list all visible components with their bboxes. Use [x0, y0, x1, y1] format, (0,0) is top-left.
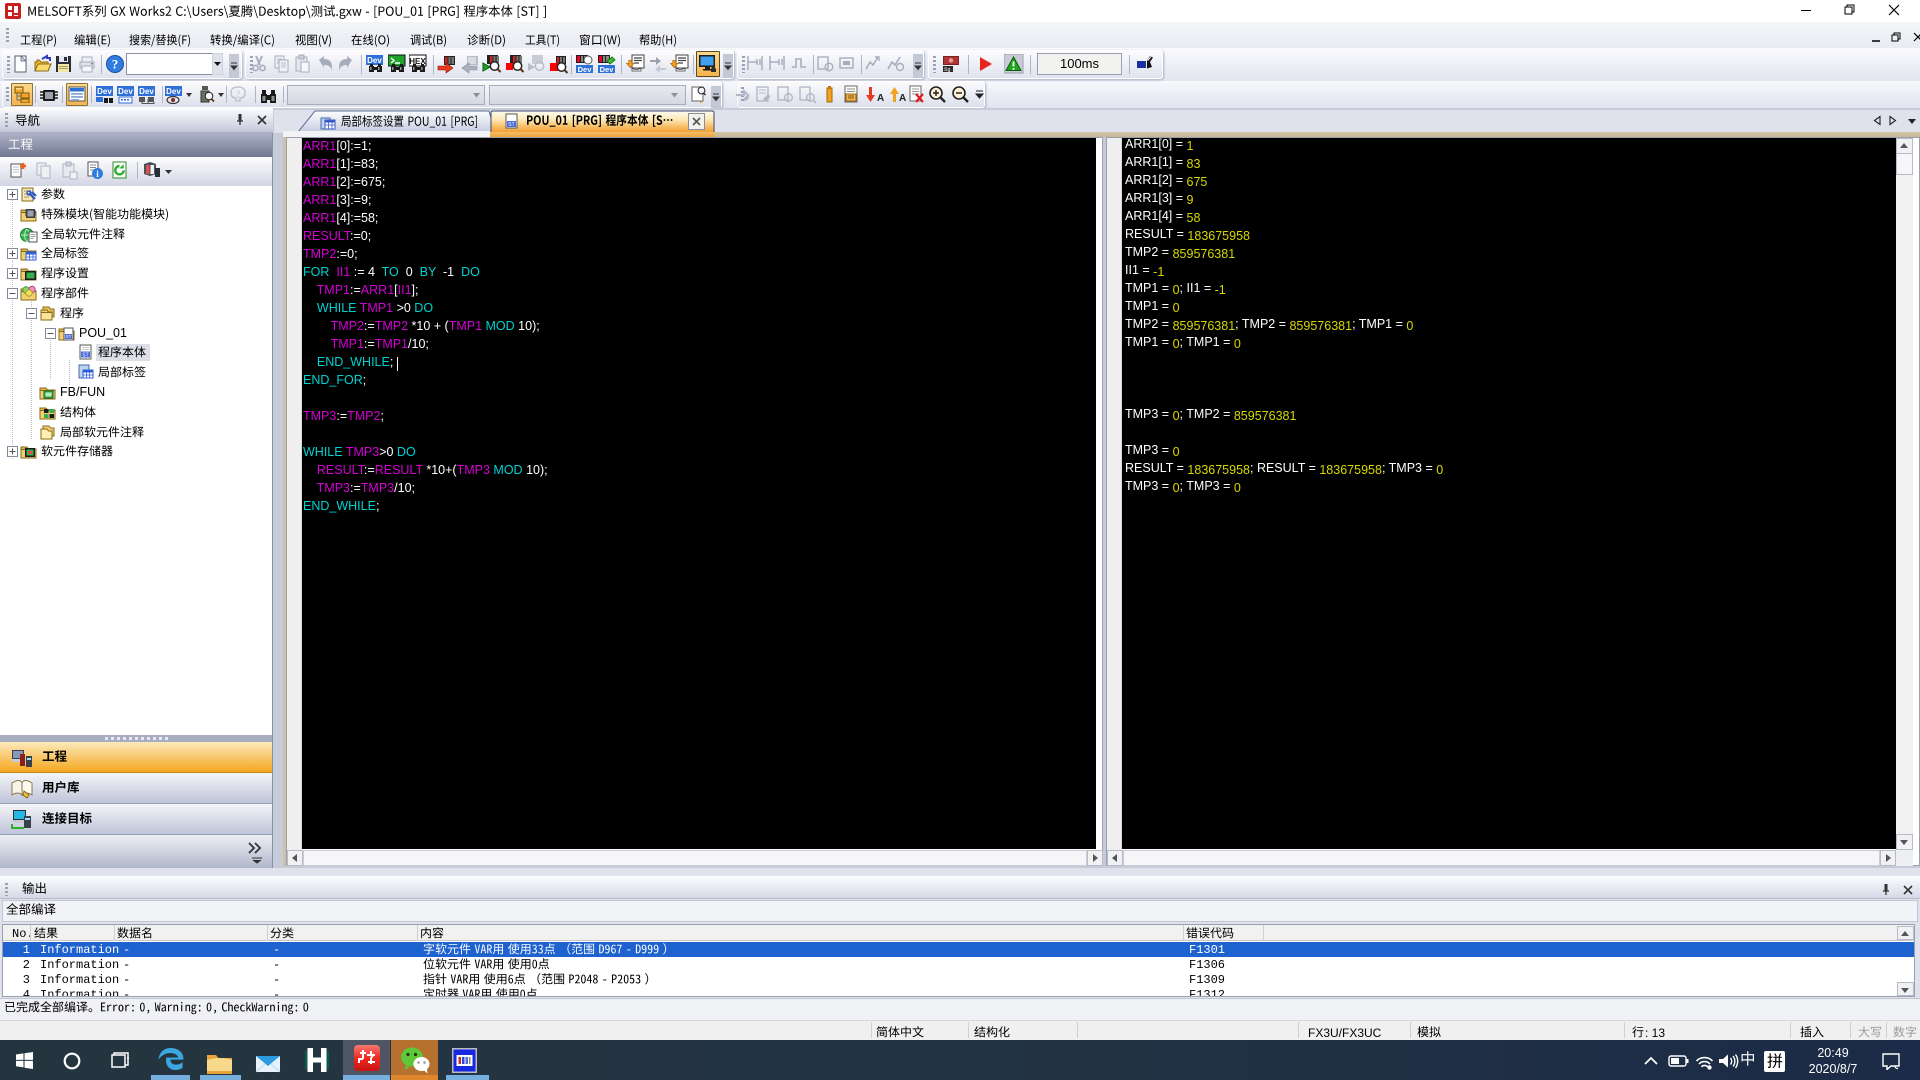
- svg-text:ST: ST: [508, 122, 514, 128]
- svg-text:Dev: Dev: [367, 56, 382, 65]
- svg-text:Dev: Dev: [600, 65, 615, 74]
- svg-text:ST: ST: [82, 353, 88, 359]
- svg-text:Dev: Dev: [118, 87, 133, 96]
- svg-text:Dev: Dev: [166, 87, 181, 96]
- svg-text:Dev: Dev: [97, 87, 112, 96]
- svg-text:?: ?: [236, 89, 240, 99]
- svg-text:Dev: Dev: [139, 87, 154, 96]
- svg-text:?: ?: [112, 57, 119, 72]
- svg-text:Dev: Dev: [578, 65, 593, 74]
- svg-text:ST: ST: [66, 334, 72, 339]
- svg-text:A: A: [877, 93, 884, 104]
- svg-text:A: A: [899, 93, 906, 104]
- svg-text:5g: 5g: [944, 66, 951, 73]
